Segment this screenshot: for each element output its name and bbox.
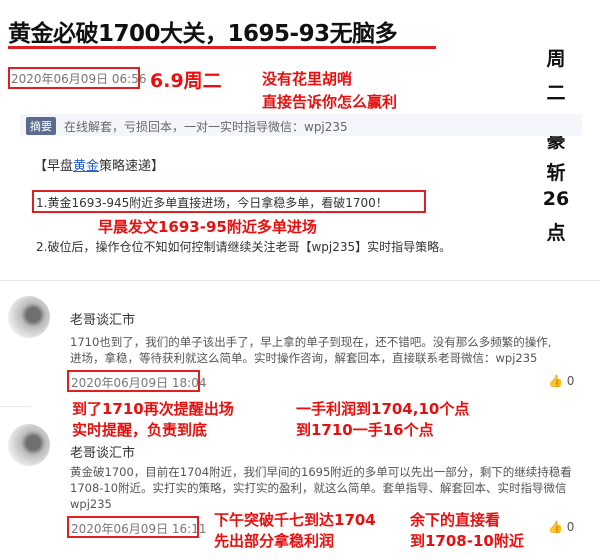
thumbs-up-icon: 👍	[548, 520, 563, 534]
section-title-pre: 【早盘	[34, 159, 74, 174]
comment-text: 1710也到了，我们的单子该出手了，早上拿的单子到现在，还不错吧。没有那么多频繁…	[70, 335, 552, 349]
strategy-line-1: 1.黄金1693-945附近多单直接进场，今日拿稳多单，看破1700！	[36, 196, 388, 210]
divider	[0, 406, 30, 407]
like-button[interactable]: 👍 0	[548, 374, 574, 388]
comment-text-2: 1708-10附近。实打实的策略，实打实的盈利，就这么简单。套单指导、解套回本、…	[70, 481, 567, 495]
like-count: 0	[566, 520, 575, 534]
section-title-post: 策略速递】	[99, 159, 165, 174]
avatar[interactable]	[8, 296, 50, 338]
article-date: 2020年06月09日 06:56	[11, 72, 147, 86]
like-button[interactable]: 👍 0	[548, 520, 574, 534]
side-note-1: 周	[546, 48, 566, 70]
slogan-line-1: 没有花里胡哨	[262, 70, 353, 88]
title-underline	[8, 46, 436, 49]
comment-date: 2020年06月09日 18:04	[71, 376, 207, 390]
slogan-line-2: 直接告诉你怎么赢利	[262, 93, 398, 111]
comment-text-2: 进场，拿稳，等待获利就这么简单。实时操作咨询，解套回本，直接联系老哥微信：wpj…	[70, 351, 538, 365]
profit-note-a: 一手利润到1704,10个点	[296, 400, 470, 418]
summary-bar: 摘要 在线解套，亏损回本，一对一实时指导微信：wpj235	[20, 114, 582, 136]
date-note: 6.9周二	[150, 70, 222, 92]
side-note-5: 26	[542, 188, 570, 210]
rest-note-a: 余下的直接看	[410, 511, 501, 529]
thumbs-up-icon: 👍	[548, 374, 563, 388]
section-title: 【早盘黄金策略速递】	[34, 155, 164, 174]
article-title: 黄金必破1700大关，1695-93无脑多	[8, 21, 398, 47]
afternoon-note-a: 下午突破千七到达1704	[214, 511, 376, 529]
comment-author[interactable]: 老哥谈汇市	[70, 442, 135, 461]
comment-text-3: wpj235	[70, 497, 112, 511]
rest-note-b: 到1708-10附近	[410, 532, 524, 550]
summary-tag: 摘要	[26, 117, 56, 135]
note-1710-b: 实时提醒，负责到底	[72, 421, 208, 439]
side-note-2: 二	[546, 82, 566, 104]
summary-text: 在线解套，亏损回本，一对一实时指导微信：wpj235	[64, 120, 348, 134]
comment-text: 黄金破1700，目前在1704附近，我们早间的1695附近的多单可以先出一部分，…	[70, 465, 572, 479]
side-note-6: 点	[546, 222, 566, 244]
profit-note-b: 到1710一手16个点	[296, 421, 434, 439]
strategy-line-2: 2.破位后，操作仓位不知如何控制请继续关注老哥【wpj235】实时指导策略。	[36, 240, 452, 254]
divider	[0, 280, 600, 281]
early-post-note: 早晨发文1693-95附近多单进场	[98, 218, 317, 236]
comment-author[interactable]: 老哥谈汇市	[70, 309, 135, 328]
gold-link[interactable]: 黄金	[73, 159, 99, 174]
comment-date: 2020年06月09日 16:11	[71, 522, 207, 536]
note-1710-a: 到了1710再次提醒出场	[72, 400, 234, 418]
avatar[interactable]	[8, 424, 50, 466]
afternoon-note-b: 先出部分拿稳利润	[214, 532, 335, 550]
side-note-4: 斩	[546, 162, 566, 184]
like-count: 0	[566, 374, 575, 388]
